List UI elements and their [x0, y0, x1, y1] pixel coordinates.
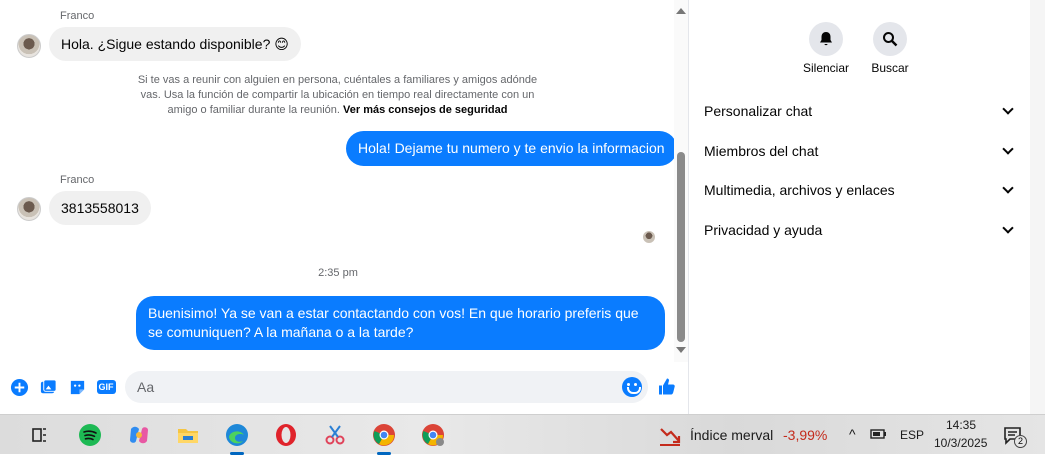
- page-scrollbar[interactable]: [1030, 0, 1045, 414]
- search-label: Buscar: [871, 61, 909, 75]
- messenger-window: Franco Hola. ¿Sigue estando disponible? …: [0, 0, 1045, 414]
- section-media-files-links[interactable]: Multimedia, archivos y enlaces: [704, 178, 1016, 202]
- clock-time[interactable]: 14:35: [946, 418, 976, 432]
- sender-name: Franco: [60, 10, 95, 22]
- edge-icon[interactable]: [225, 423, 249, 447]
- section-label: Personalizar chat: [704, 103, 813, 119]
- outgoing-message[interactable]: Buenisimo! Ya se van a estar contactando…: [136, 296, 665, 350]
- stock-change[interactable]: -3,99%: [783, 427, 827, 443]
- snipping-tool-icon[interactable]: [323, 423, 347, 447]
- chevron-down-icon: [1002, 103, 1014, 115]
- message-input[interactable]: Aa: [125, 371, 648, 403]
- notification-icon[interactable]: 2: [1002, 424, 1027, 448]
- clock-date[interactable]: 10/3/2025: [934, 436, 987, 450]
- spotify-icon[interactable]: [78, 423, 102, 447]
- chevron-down-icon: [1002, 143, 1014, 155]
- gif-label: GIF: [96, 380, 116, 394]
- notification-count: 2: [1014, 435, 1027, 448]
- chat-panel: Franco Hola. ¿Sigue estando disponible? …: [0, 0, 689, 414]
- section-label: Multimedia, archivos y enlaces: [704, 182, 895, 198]
- file-explorer-icon[interactable]: [176, 423, 200, 447]
- avatar[interactable]: [17, 34, 41, 58]
- search-icon: [873, 22, 907, 56]
- safety-notice: Si te vas a reunir con alguien en person…: [130, 73, 545, 118]
- section-privacy-help[interactable]: Privacidad y ayuda: [704, 218, 1016, 242]
- copilot-icon[interactable]: [127, 423, 151, 447]
- thumbs-up-icon[interactable]: [657, 376, 677, 396]
- language-indicator[interactable]: ESP: [900, 428, 924, 442]
- sender-name: Franco: [60, 174, 95, 186]
- section-chat-members[interactable]: Miembros del chat: [704, 139, 1016, 163]
- section-label: Privacidad y ayuda: [704, 222, 823, 238]
- avatar[interactable]: [17, 197, 41, 221]
- stock-down-chart-icon[interactable]: [658, 424, 682, 448]
- opera-icon[interactable]: [274, 423, 298, 447]
- task-view-icon[interactable]: [27, 423, 51, 447]
- photo-icon[interactable]: [38, 377, 58, 397]
- bell-icon: [809, 22, 843, 56]
- message-text: Hola. ¿Sigue estando disponible?: [61, 36, 271, 52]
- scroll-down-arrow-icon[interactable]: [676, 347, 686, 353]
- chevron-down-icon: [1002, 182, 1014, 194]
- chevron-up-icon[interactable]: ^: [849, 426, 856, 442]
- windows-taskbar: Índice merval -3,99% ^ ESP 14:35 10/3/20…: [0, 414, 1045, 455]
- message-list[interactable]: Franco Hola. ¿Sigue estando disponible? …: [0, 0, 689, 362]
- chat-scrollbar[interactable]: [674, 0, 688, 362]
- seen-avatar-icon: [643, 231, 655, 243]
- gif-icon[interactable]: GIF: [96, 377, 116, 397]
- scroll-thumb[interactable]: [677, 152, 685, 342]
- timestamp: 2:35 pm: [318, 267, 358, 279]
- section-customize-chat[interactable]: Personalizar chat: [704, 99, 1016, 123]
- safety-tips-link[interactable]: Ver más consejos de seguridad: [343, 104, 507, 116]
- mute-button[interactable]: Silenciar: [796, 22, 856, 75]
- sticker-icon[interactable]: [67, 377, 87, 397]
- outgoing-message[interactable]: Hola! Dejame tu numero y te envio la inf…: [346, 131, 677, 166]
- mute-label: Silenciar: [802, 61, 850, 75]
- chevron-down-icon: [1002, 222, 1014, 234]
- battery-icon[interactable]: [869, 424, 889, 444]
- search-button[interactable]: Buscar: [860, 22, 920, 75]
- message-placeholder: Aa: [137, 379, 155, 395]
- section-label: Miembros del chat: [704, 143, 819, 159]
- chrome-icon[interactable]: [372, 423, 396, 447]
- incoming-message[interactable]: 3813558013: [49, 191, 151, 225]
- emoji-icon[interactable]: [622, 377, 642, 397]
- stock-name[interactable]: Índice merval: [690, 427, 773, 443]
- chrome-profile-icon[interactable]: [421, 423, 445, 447]
- smile-emoji: 😊: [274, 36, 289, 52]
- incoming-message[interactable]: Hola. ¿Sigue estando disponible? 😊: [49, 27, 301, 61]
- scroll-up-arrow-icon[interactable]: [676, 8, 686, 14]
- chat-details-panel: Silenciar Buscar Personalizar chat Miemb…: [690, 0, 1030, 414]
- composer: GIF Aa: [0, 366, 689, 410]
- plus-icon[interactable]: [9, 377, 29, 397]
